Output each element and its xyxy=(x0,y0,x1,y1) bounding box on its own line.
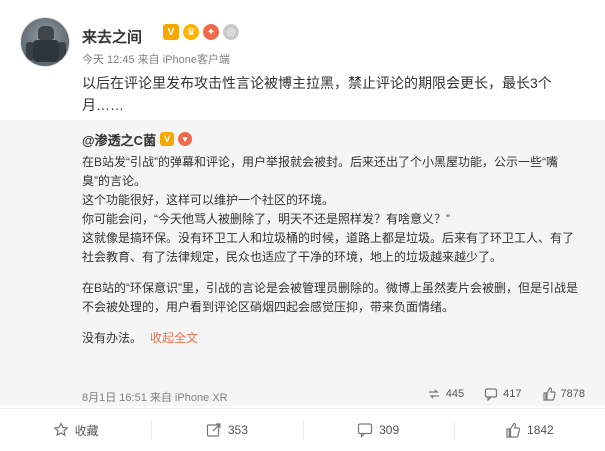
repost-stats: 445 417 7878 xyxy=(427,387,585,401)
like-action-count: 1842 xyxy=(527,423,554,437)
repost-line: 在B站的“环保意识”里，引战的言论是会被管理员删除的。微博上虽然麦片会被删，但是… xyxy=(82,281,578,295)
comment-icon xyxy=(485,388,498,401)
repost-count: 445 xyxy=(445,388,465,400)
action-bar: 收藏 353 309 1842 xyxy=(0,408,605,451)
post-meta: 今天 12:45 来自 iPhone客户端 xyxy=(82,54,230,66)
repost-last-line: 没有办法。 收起全文 xyxy=(82,329,582,348)
medal-icon[interactable]: ◎ xyxy=(223,24,239,40)
comment-button[interactable]: 309 xyxy=(302,409,454,451)
repost-repost-stat[interactable]: 445 xyxy=(427,387,464,401)
repost-line: 在B站发“引战”的弹幕和评论，用户举报就会被封。后来还出了个小黑屋功能，公示一些… xyxy=(82,155,558,169)
repost-line: 这个功能很好，这样可以维护一个社区的环境。 xyxy=(82,193,335,207)
repost-line: 你可能会问，“今天他骂人被删除了，明天不还是照样发？有啥意义？” xyxy=(82,212,450,226)
collapse-full-text-link[interactable]: 收起全文 xyxy=(150,331,198,345)
repost-line: 社会教育、有了法律规定，民众也适应了干净的环境，地上的垃圾越来越少了。 xyxy=(82,250,503,264)
author-badges: V ♛ ✦ ◎ xyxy=(163,24,239,40)
repost-like-stat[interactable]: 7878 xyxy=(542,387,585,401)
star-icon xyxy=(53,422,69,437)
repost-author-name[interactable]: @渗透之C菌 xyxy=(82,130,156,149)
fan-badge-icon[interactable]: ♥ xyxy=(178,132,193,146)
favorite-label: 收藏 xyxy=(74,423,99,438)
repost-card: @渗透之C菌 V ♥ 在B站发“引战”的弹幕和评论，用户举报就会被封。后来还出了… xyxy=(0,120,605,406)
repost-footer: 8月1日 16:51 来自 iPhone XR 445 417 7878 xyxy=(82,386,585,406)
thumbs-up-icon xyxy=(542,387,556,401)
gift-icon[interactable]: ✦ xyxy=(203,24,219,40)
like-button[interactable]: 1842 xyxy=(453,409,605,451)
repost-author: @渗透之C菌 V ♥ xyxy=(82,129,582,149)
repost-line: 这就像是搞环保。没有环卫工人和垃圾桶的时候，道路上都是垃圾。后来有了环卫工人、有… xyxy=(82,231,575,245)
verified-v-icon[interactable]: V xyxy=(160,132,175,146)
share-icon xyxy=(206,423,221,437)
repost-icon xyxy=(428,389,439,399)
repost-button[interactable]: 353 xyxy=(151,409,302,451)
verified-v-icon[interactable]: V xyxy=(163,24,179,40)
post-text: 以后在评论里发布攻击性言论被博主拉黑，禁止评论的期限会更长，最长3个月…… xyxy=(82,75,552,113)
repost-line: 不会被处理的，用户看到评论区硝烟四起会感觉压抑，带来负面情绪。 xyxy=(82,300,455,314)
repost-time[interactable]: 8月1日 16:51 来自 iPhone XR xyxy=(82,389,228,405)
like-count: 7878 xyxy=(560,388,585,400)
comment-action-count: 309 xyxy=(379,423,400,437)
repost-comment-stat[interactable]: 417 xyxy=(484,387,522,401)
comment-icon xyxy=(358,423,373,438)
post-header: 来去之间 V ♛ ✦ ◎ 今天 12:45 来自 iPhone客户端 xyxy=(20,17,590,67)
repost-last-text: 没有办法。 xyxy=(82,331,143,345)
repost-line: 臭”的言论。 xyxy=(82,174,146,188)
repost-action-count: 353 xyxy=(227,423,248,437)
thumbs-up-icon xyxy=(506,422,521,438)
author-name[interactable]: 来去之间 xyxy=(82,26,142,47)
comment-count: 417 xyxy=(503,388,522,400)
crown-icon[interactable]: ♛ xyxy=(183,24,199,40)
avatar[interactable] xyxy=(20,17,70,67)
favorite-button[interactable]: 收藏 xyxy=(0,409,151,451)
